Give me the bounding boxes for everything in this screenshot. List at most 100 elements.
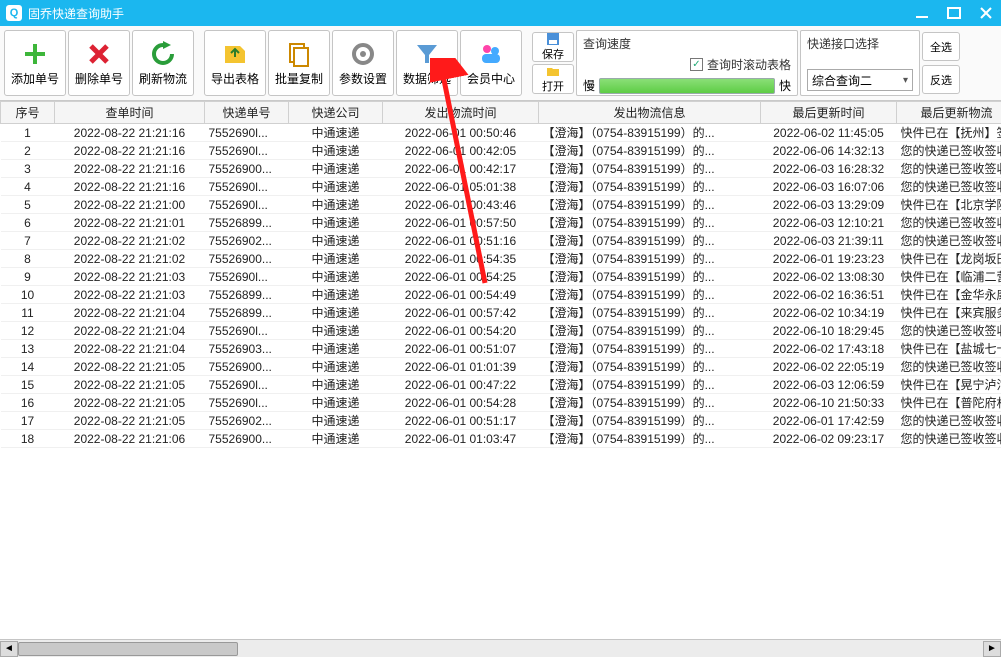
data-grid[interactable]: 序号查单时间快递单号快递公司发出物流时间发出物流信息最后更新时间最后更新物流 1… (0, 101, 1001, 639)
save-label: 保存 (542, 46, 564, 62)
settings-button[interactable]: 参数设置 (332, 30, 394, 96)
table-cell: 中通速递 (289, 196, 383, 214)
open-button[interactable]: 打开 (532, 64, 574, 94)
table-cell: 快件已在【临浦二营 (897, 268, 1001, 286)
refresh-button[interactable]: 刷新物流 (132, 30, 194, 96)
column-header[interactable]: 最后更新时间 (761, 102, 897, 124)
scroll-track[interactable] (18, 641, 983, 657)
column-header[interactable]: 最后更新物流 (897, 102, 1001, 124)
table-row[interactable]: 82022-08-22 21:21:0275526900...中通速递 2022-… (1, 250, 1001, 268)
table-cell: 您的快递已签收签收 (897, 232, 1001, 250)
table-row[interactable]: 72022-08-22 21:21:0275526902...中通速递2022-… (1, 232, 1001, 250)
folder-open-icon (546, 64, 560, 78)
scroll-thumb[interactable] (18, 642, 238, 656)
column-header[interactable]: 发出物流时间 (383, 102, 539, 124)
column-header[interactable]: 发出物流信息 (539, 102, 761, 124)
table-row[interactable]: 152022-08-22 21:21:057552690l...中通速递2022… (1, 376, 1001, 394)
table-cell: 75526899... (205, 214, 289, 232)
copy-button[interactable]: 批量复制 (268, 30, 330, 96)
table-cell: 中通速递 (289, 232, 383, 250)
scroll-left-button[interactable]: ◄ (0, 641, 18, 657)
table-row[interactable]: 172022-08-22 21:21:0575526902...中通速递2022… (1, 412, 1001, 430)
interface-title: 快递接口选择 (807, 35, 913, 52)
table-cell: 2022-06-03 12:06:59 (761, 376, 897, 394)
column-header[interactable]: 序号 (1, 102, 55, 124)
add-order-button[interactable]: 添加单号 (4, 30, 66, 96)
table-cell: 中通速递 (289, 250, 383, 268)
save-button[interactable]: 保存 (532, 32, 574, 62)
table-row[interactable]: 182022-08-22 21:21:0675526900...中通速递2022… (1, 430, 1001, 448)
refresh-icon (149, 40, 177, 68)
table-cell: 7552690l... (205, 178, 289, 196)
table-row[interactable]: 162022-08-22 21:21:057552690l...中通速递2022… (1, 394, 1001, 412)
table-cell: 【澄海】（0754-83915199）的... (539, 196, 761, 214)
export-label: 导出表格 (211, 70, 259, 87)
table-cell: 您的快递已签收签收 (897, 142, 1001, 160)
table-cell: 2022-06-01 00:54:25 (383, 268, 539, 286)
table-cell: 75526900... (205, 430, 289, 448)
table-cell: 2022-06-01 17:42:59 (761, 412, 897, 430)
interface-combo[interactable]: 综合查询二 ▾ (807, 69, 913, 91)
select-all-label: 全选 (930, 39, 952, 55)
table-cell: 13 (1, 340, 55, 358)
table-cell: 【澄海】（0754-83915199）的... (539, 304, 761, 322)
delete-order-button[interactable]: 删除单号 (68, 30, 130, 96)
table-cell: 【澄海】（0754-83915199）的... (539, 412, 761, 430)
minimize-button[interactable] (913, 4, 931, 22)
table-cell: 15 (1, 376, 55, 394)
table-cell: 75526902... (205, 412, 289, 430)
table-cell: 2022-08-22 21:21:03 (55, 268, 205, 286)
scroll-right-button[interactable]: ► (983, 641, 1001, 657)
column-header[interactable]: 查单时间 (55, 102, 205, 124)
scroll-checkbox[interactable] (690, 58, 703, 71)
table-cell: 中通速递 (289, 304, 383, 322)
invert-select-button[interactable]: 反选 (922, 65, 960, 94)
export-button[interactable]: 导出表格 (204, 30, 266, 96)
speed-title: 查询速度 (583, 35, 791, 52)
table-cell: 中通速递 (289, 322, 383, 340)
select-all-button[interactable]: 全选 (922, 32, 960, 61)
table-cell: 您的快递已签收签收 (897, 358, 1001, 376)
table-cell: 2022-06-01 00:42:17 (383, 160, 539, 178)
table-cell: 7552690l... (205, 268, 289, 286)
table-cell: 2022-06-01 19:23:23 (761, 250, 897, 268)
table-row[interactable]: 12022-08-22 21:21:167552690l...中通速递2022-… (1, 124, 1001, 142)
invert-select-label: 反选 (930, 72, 952, 88)
table-cell: 7552690l... (205, 142, 289, 160)
table-cell: 75526900... (205, 250, 289, 268)
member-button[interactable]: 会员中心 (460, 30, 522, 96)
table-row[interactable]: 112022-08-22 21:21:0475526899...中通速递2022… (1, 304, 1001, 322)
table-row[interactable]: 142022-08-22 21:21:0575526900...中通速递2022… (1, 358, 1001, 376)
table-row[interactable]: 92022-08-22 21:21:037552690l...中通速递2022-… (1, 268, 1001, 286)
filter-button[interactable]: 数据筛选 (396, 30, 458, 96)
plus-icon (21, 40, 49, 68)
maximize-button[interactable] (945, 4, 963, 22)
table-cell: 10 (1, 286, 55, 304)
table-row[interactable]: 102022-08-22 21:21:0375526899...中通速递2022… (1, 286, 1001, 304)
table-row[interactable]: 42022-08-22 21:21:167552690l...中通速递2022-… (1, 178, 1001, 196)
table-row[interactable]: 62022-08-22 21:21:0175526899...中通速递2022-… (1, 214, 1001, 232)
table-cell: 中通速递 (289, 124, 383, 142)
table-cell: 中通速递 (289, 340, 383, 358)
table-row[interactable]: 132022-08-22 21:21:0475526903...中通速递2022… (1, 340, 1001, 358)
gear-icon (349, 40, 377, 68)
speed-slider[interactable] (599, 78, 775, 94)
table-row[interactable]: 32022-08-22 21:21:1675526900...中通速递2022-… (1, 160, 1001, 178)
table-cell: 2022-06-10 21:50:33 (761, 394, 897, 412)
table-cell: 11 (1, 304, 55, 322)
table-row[interactable]: 22022-08-22 21:21:167552690l...中通速递2022-… (1, 142, 1001, 160)
table-cell: 2022-06-01 00:43:46 (383, 196, 539, 214)
horizontal-scrollbar[interactable]: ◄ ► (0, 639, 1001, 657)
table-row[interactable]: 52022-08-22 21:21:007552690l...中通速递2022-… (1, 196, 1001, 214)
table-cell: 中通速递 (289, 430, 383, 448)
table-cell: 2022-08-22 21:21:02 (55, 250, 205, 268)
table-cell: 8 (1, 250, 55, 268)
table-cell: 2022-08-22 21:21:16 (55, 124, 205, 142)
column-header[interactable]: 快递公司 (289, 102, 383, 124)
column-header[interactable]: 快递单号 (205, 102, 289, 124)
table-cell: 2022-08-22 21:21:00 (55, 196, 205, 214)
table-cell: 【澄海】（0754-83915199）的... (539, 232, 761, 250)
close-button[interactable] (977, 4, 995, 22)
table-row[interactable]: 122022-08-22 21:21:047552690l...中通速递2022… (1, 322, 1001, 340)
table-cell: 6 (1, 214, 55, 232)
